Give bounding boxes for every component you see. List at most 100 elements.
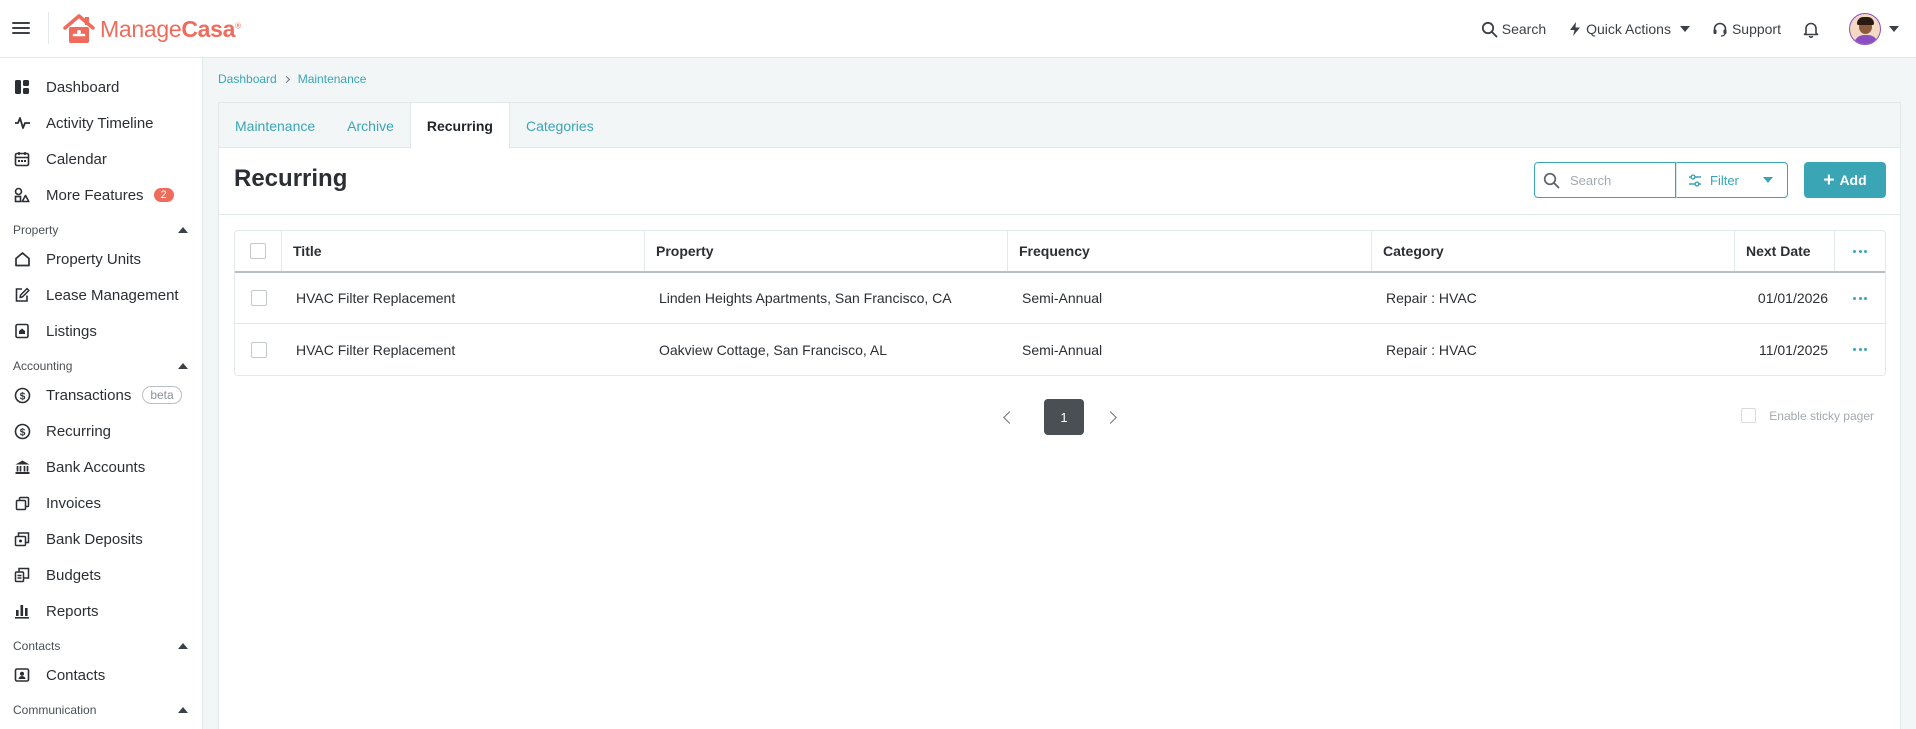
cell-category: Repair : HVAC [1386, 290, 1477, 306]
chevron-up-icon [178, 643, 188, 649]
sidebar-item-transactions[interactable]: $ Transactions beta [0, 377, 202, 413]
search-link-label: Search [1501, 21, 1547, 37]
notification-badge: 2 [153, 188, 174, 202]
column-header-property[interactable]: Property [645, 231, 1008, 271]
breadcrumb-dashboard[interactable]: Dashboard [218, 72, 277, 86]
breadcrumb-maintenance[interactable]: Maintenance [298, 72, 367, 86]
tab-maintenance[interactable]: Maintenance [219, 103, 331, 148]
top-bar: ManageCasa® Search Quick Actions Support [0, 0, 1916, 58]
cell-title: HVAC Filter Replacement [296, 341, 456, 358]
select-all-checkbox[interactable] [250, 243, 266, 259]
budget-icon [13, 566, 31, 584]
support-label: Support [1731, 21, 1781, 37]
sidebar-section-communication[interactable]: Communication [0, 699, 202, 721]
search-icon [1543, 172, 1560, 188]
sidebar-item-budgets[interactable]: Budgets [0, 557, 202, 593]
table-row[interactable]: HVAC Filter Replacement Oakview Cottage,… [235, 324, 1885, 375]
user-menu[interactable] [1849, 13, 1899, 45]
features-icon [13, 186, 31, 204]
avatar [1849, 13, 1881, 45]
breadcrumb: Dashboard Maintenance [218, 72, 366, 86]
page-title: Recurring [234, 165, 348, 192]
column-header-category[interactable]: Category [1372, 231, 1735, 271]
top-nav: Search Quick Actions Support [1481, 0, 1916, 58]
sidebar-section-contacts[interactable]: Contacts [0, 635, 202, 657]
search-link[interactable]: Search [1481, 21, 1546, 38]
section-title: Communication [13, 703, 97, 717]
sidebar-item-bank-deposits[interactable]: Bank Deposits [0, 521, 202, 557]
chevron-left-icon[interactable] [1003, 411, 1016, 424]
quick-actions-label: Quick Actions [1586, 21, 1671, 37]
house-logo-icon [63, 14, 95, 43]
notifications-button[interactable] [1803, 21, 1823, 38]
sidebar-item-invoices[interactable]: Invoices [0, 485, 202, 521]
sidebar-item-label: Lease Management [46, 286, 179, 304]
cell-title: HVAC Filter Replacement [296, 290, 456, 306]
dollar-icon: $ [13, 386, 31, 404]
menu-icon[interactable] [12, 19, 30, 37]
sidebar-item-lease-management[interactable]: Lease Management [0, 277, 202, 313]
sidebar-item-dashboard[interactable]: Dashboard [0, 69, 202, 105]
search-input[interactable] [1570, 172, 1670, 188]
sticky-pager-checkbox[interactable] [1741, 408, 1757, 423]
tab-recurring[interactable]: Recurring [409, 103, 510, 149]
sidebar-section-property[interactable]: Property [0, 219, 202, 241]
sidebar-item-label: Dashboard [46, 78, 120, 96]
more-options-icon[interactable] [1852, 348, 1869, 351]
row-checkbox[interactable] [250, 290, 267, 306]
pagination: 1 Enable sticky pager [219, 399, 1900, 435]
sidebar-item-label: Activity Timeline [46, 114, 154, 132]
add-button[interactable]: + Add [1804, 162, 1886, 198]
filter-label: Filter [1710, 172, 1739, 188]
sidebar-item-more-features[interactable]: More Features 2 [0, 177, 202, 213]
column-header-next-date[interactable]: Next Date [1735, 231, 1835, 271]
tab-bar: Maintenance Archive Recurring Categories [219, 103, 1900, 149]
sidebar-item-label: Bank Accounts [46, 458, 146, 476]
sidebar-item-listings[interactable]: Listings [0, 313, 202, 349]
sidebar-item-calendar[interactable]: Calendar [0, 141, 202, 177]
divider [219, 214, 1900, 215]
column-header-frequency[interactable]: Frequency [1008, 231, 1372, 271]
table-row[interactable]: HVAC Filter Replacement Linden Heights A… [235, 273, 1885, 324]
activity-icon [13, 114, 31, 132]
sidebar: Dashboard Activity Timeline Calendar Mor… [0, 58, 203, 729]
section-title: Contacts [13, 639, 61, 653]
sidebar-item-reports[interactable]: Reports [0, 593, 202, 629]
row-options-cell [1835, 273, 1885, 323]
sidebar-item-contacts[interactable]: Contacts [0, 657, 202, 693]
tab-categories[interactable]: Categories [510, 103, 610, 148]
sidebar-item-label: Listings [46, 322, 97, 340]
tab-archive[interactable]: Archive [331, 103, 410, 148]
sidebar-item-label: Property Units [46, 250, 142, 268]
row-checkbox[interactable] [250, 341, 267, 358]
support-link[interactable]: Support [1712, 21, 1781, 37]
chevron-right-icon[interactable] [1104, 411, 1117, 424]
cell-next-date: 11/01/2025 [1758, 341, 1828, 358]
sidebar-item-activity-timeline[interactable]: Activity Timeline [0, 105, 202, 141]
bell-icon [1803, 22, 1819, 38]
sidebar-item-recurring[interactable]: $ Recurring [0, 413, 202, 449]
sidebar-item-bank-accounts[interactable]: Bank Accounts [0, 449, 202, 485]
page-number-button[interactable]: 1 [1044, 399, 1084, 435]
quick-actions-menu[interactable]: Quick Actions [1568, 21, 1690, 37]
sidebar-item-label: Budgets [46, 566, 102, 584]
row-options-cell [1835, 324, 1885, 375]
invoice-icon [13, 494, 31, 512]
filter-button[interactable]: Filter [1676, 162, 1788, 198]
column-header-title[interactable]: Title [282, 231, 645, 271]
more-options-icon[interactable] [1852, 296, 1869, 300]
sticky-pager-label: Enable sticky pager [1769, 408, 1874, 423]
deposit-icon [13, 530, 31, 548]
section-title: Property [13, 223, 59, 237]
sidebar-item-label: Reports [46, 602, 99, 620]
column-options-cell [1835, 231, 1885, 271]
sidebar-item-label: More Features [46, 186, 144, 204]
logo[interactable]: ManageCasa® [62, 12, 241, 46]
sidebar-section-accounting[interactable]: Accounting [0, 355, 202, 377]
sidebar-item-property-units[interactable]: Property Units [0, 241, 202, 277]
listings-icon [13, 322, 31, 340]
beta-badge: beta [142, 386, 182, 404]
svg-text:$: $ [19, 427, 25, 438]
more-options-icon[interactable] [1852, 249, 1869, 253]
sticky-pager-toggle[interactable]: Enable sticky pager [1741, 408, 1874, 423]
